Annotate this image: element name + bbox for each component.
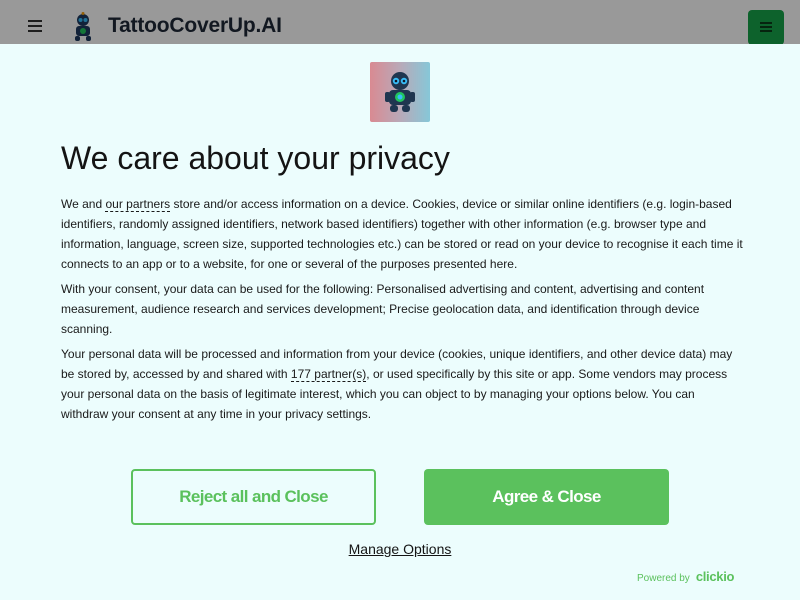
consent-paragraph-3: Your personal data will be processed and… bbox=[61, 344, 743, 424]
partners-count-link[interactable]: 177 partner(s) bbox=[290, 367, 367, 382]
dialog-logo bbox=[370, 62, 430, 122]
consent-paragraph-1: We and our partners store and/or access … bbox=[61, 194, 743, 274]
agree-close-button[interactable]: Agree & Close bbox=[424, 469, 669, 525]
manage-options-row: Manage Options bbox=[0, 541, 800, 557]
powered-by: Powered by clickio bbox=[637, 569, 734, 584]
robot-icon bbox=[385, 72, 415, 112]
clickio-logo[interactable]: clickio bbox=[696, 569, 735, 584]
consent-paragraph-2: With your consent, your data can be used… bbox=[61, 282, 705, 336]
reject-all-button[interactable]: Reject all and Close bbox=[131, 469, 376, 525]
manage-options-link[interactable]: Manage Options bbox=[349, 541, 452, 557]
dialog-title: We care about your privacy bbox=[61, 140, 450, 176]
powered-by-label: Powered by bbox=[637, 573, 690, 584]
our-partners-link[interactable]: our partners bbox=[105, 197, 171, 212]
consent-dialog: We care about your privacy We and our pa… bbox=[0, 44, 800, 600]
paragraph-1-intro: We and bbox=[61, 197, 106, 211]
